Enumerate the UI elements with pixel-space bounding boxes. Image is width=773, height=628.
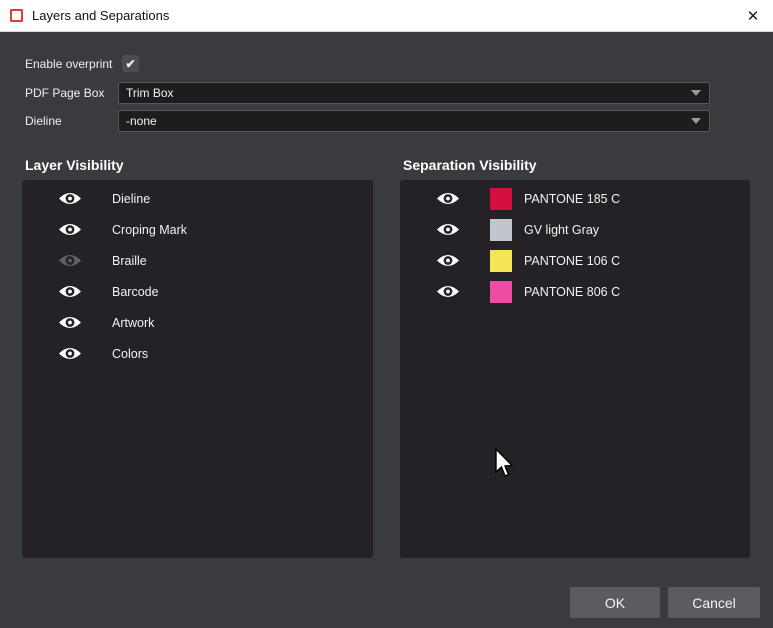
window-title: Layers and Separations [32, 8, 169, 23]
title-bar: Layers and Separations ✕ [0, 0, 773, 32]
color-swatch [490, 188, 512, 210]
enable-overprint-checkbox[interactable]: ✔ [122, 55, 139, 72]
separation-row[interactable]: PANTONE 806 C [400, 276, 750, 307]
cancel-button[interactable]: Cancel [668, 587, 760, 618]
app-icon [10, 9, 23, 22]
checkmark-icon: ✔ [125, 57, 135, 71]
layer-label: Artwork [112, 316, 154, 330]
eye-visibility-icon[interactable] [58, 315, 82, 330]
layer-label: Braille [112, 254, 147, 268]
separation-label: PANTONE 106 C [524, 254, 620, 268]
separation-visibility-panel: PANTONE 185 C GV light Gray PANTONE 106 … [400, 180, 750, 558]
eye-visibility-icon[interactable] [436, 222, 460, 237]
eye-visibility-icon[interactable] [58, 191, 82, 206]
chevron-down-icon [691, 90, 701, 96]
layer-row[interactable]: Colors [22, 338, 373, 369]
layer-row[interactable]: Croping Mark [22, 214, 373, 245]
layer-label: Croping Mark [112, 223, 187, 237]
layer-visibility-panel: Dieline Croping Mark Braille Barcode [22, 180, 373, 558]
dieline-label: Dieline [25, 114, 62, 128]
pdf-page-box-value: Trim Box [126, 86, 174, 100]
dieline-value: -none [126, 114, 157, 128]
close-icon[interactable]: ✕ [733, 0, 773, 32]
layer-row[interactable]: Braille [22, 245, 373, 276]
eye-visibility-icon[interactable] [58, 284, 82, 299]
layer-row[interactable]: Dieline [22, 183, 373, 214]
layer-row[interactable]: Artwork [22, 307, 373, 338]
layer-label: Dieline [112, 192, 150, 206]
pdf-page-box-label: PDF Page Box [25, 86, 104, 100]
eye-visibility-icon[interactable] [58, 253, 82, 268]
separation-label: PANTONE 185 C [524, 192, 620, 206]
eye-visibility-icon[interactable] [436, 253, 460, 268]
enable-overprint-label: Enable overprint [25, 57, 112, 71]
layer-visibility-heading: Layer Visibility [25, 157, 124, 173]
separation-row[interactable]: GV light Gray [400, 214, 750, 245]
separation-row[interactable]: PANTONE 106 C [400, 245, 750, 276]
separation-label: GV light Gray [524, 223, 599, 237]
separation-label: PANTONE 806 C [524, 285, 620, 299]
dieline-select[interactable]: -none [118, 110, 710, 132]
chevron-down-icon [691, 118, 701, 124]
eye-visibility-icon[interactable] [436, 191, 460, 206]
eye-visibility-icon[interactable] [58, 346, 82, 361]
eye-visibility-icon[interactable] [436, 284, 460, 299]
ok-button[interactable]: OK [570, 587, 660, 618]
separation-visibility-heading: Separation Visibility [403, 157, 537, 173]
layer-label: Colors [112, 347, 148, 361]
color-swatch [490, 281, 512, 303]
eye-visibility-icon[interactable] [58, 222, 82, 237]
layer-row[interactable]: Barcode [22, 276, 373, 307]
color-swatch [490, 250, 512, 272]
pdf-page-box-select[interactable]: Trim Box [118, 82, 710, 104]
layer-label: Barcode [112, 285, 159, 299]
separation-row[interactable]: PANTONE 185 C [400, 183, 750, 214]
color-swatch [490, 219, 512, 241]
